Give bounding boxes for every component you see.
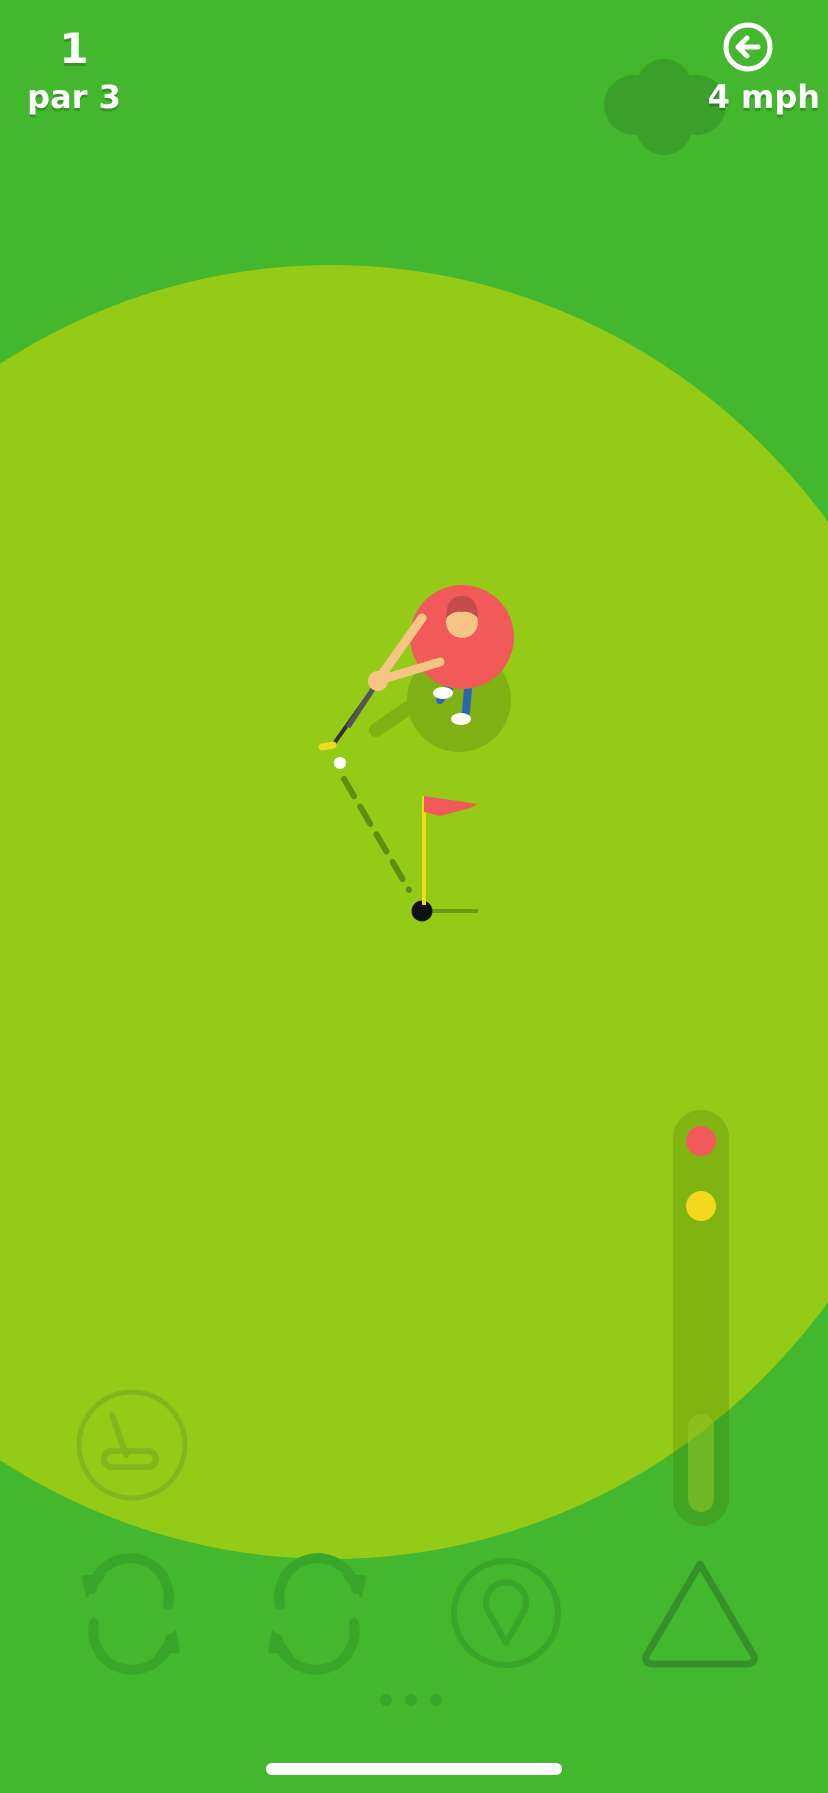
power-marker-yellow [686, 1191, 716, 1221]
rotate-clockwise-icon[interactable] [258, 1553, 376, 1675]
home-indicator[interactable] [266, 1763, 562, 1775]
power-meter[interactable] [673, 1110, 729, 1526]
par-label: par 3 [27, 78, 121, 116]
arrow-left-circle-icon[interactable] [721, 20, 775, 74]
power-fill [688, 1414, 714, 1512]
power-marker-red [686, 1126, 716, 1156]
game-screen[interactable]: 1 par 3 4 mph [0, 0, 828, 1793]
putter-icon[interactable] [74, 1387, 190, 1503]
location-pin-icon[interactable] [448, 1555, 564, 1671]
triangle-icon[interactable] [638, 1556, 762, 1672]
golf-ball [334, 757, 346, 769]
flag [424, 796, 478, 816]
aim-line [341, 776, 412, 893]
page-dots [380, 1694, 442, 1706]
wind-speed: 4 mph [707, 78, 820, 116]
rotate-counterclockwise-icon[interactable] [72, 1553, 190, 1675]
hole-number: 1 [59, 24, 89, 73]
